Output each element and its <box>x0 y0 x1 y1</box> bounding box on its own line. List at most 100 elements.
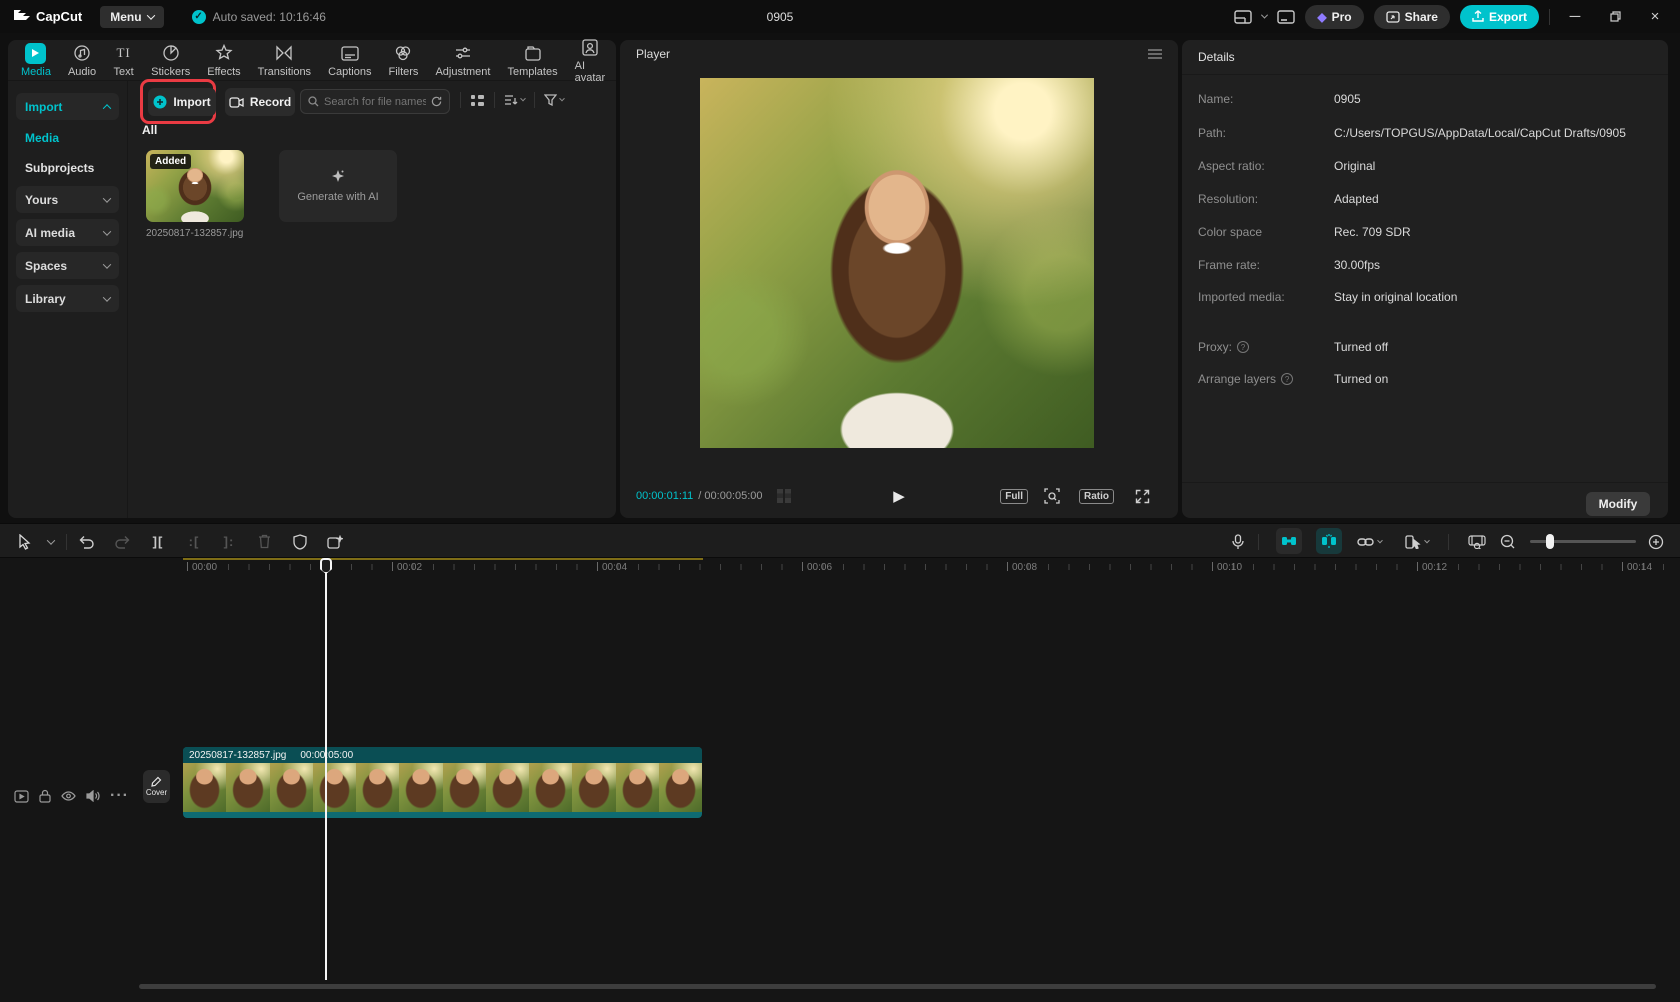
mask-icon[interactable] <box>288 524 312 559</box>
playhead[interactable] <box>320 558 332 980</box>
cover-button[interactable]: Cover <box>143 770 170 803</box>
tab-ai-avatar[interactable]: AI avatar <box>575 37 605 84</box>
ruler-tick: 00:04 <box>597 562 627 576</box>
ratio-button[interactable]: Ratio <box>1079 488 1114 504</box>
cursor-chevron-icon[interactable] <box>44 524 58 559</box>
timeline-area[interactable]: 00:00 00:02 00:04 00:06 00:08 00:10 00:1… <box>0 558 1680 1002</box>
import-button[interactable]: Import <box>148 88 216 116</box>
minimize-button[interactable]: ─ <box>1560 5 1590 29</box>
sidebar-item-import[interactable]: Import <box>16 93 119 120</box>
redo-icon[interactable] <box>111 524 135 559</box>
sidebar-item-yours[interactable]: Yours <box>16 186 119 213</box>
timeline-clip[interactable]: 20250817-132857.jpg 00:00:05:00 <box>183 747 702 818</box>
record-camera-icon <box>229 96 244 108</box>
select-mode-icon[interactable] <box>1398 524 1436 559</box>
full-button[interactable]: Full <box>1000 488 1028 504</box>
track-more-icon[interactable]: ··· <box>110 787 129 805</box>
horizontal-scrollbar[interactable] <box>139 984 1656 989</box>
layout-chevron-icon[interactable] <box>1261 11 1269 19</box>
ruler-tick: 00:14 <box>1622 562 1652 576</box>
link-clips-icon[interactable] <box>1352 524 1386 559</box>
toggle-visibility-icon[interactable] <box>61 791 76 801</box>
help-icon[interactable]: ? <box>1237 341 1250 353</box>
add-clip-icon[interactable] <box>323 524 347 559</box>
details-divider <box>1182 482 1668 483</box>
search-input[interactable] <box>324 95 426 108</box>
media-search-field[interactable] <box>300 89 450 114</box>
stickers-icon <box>160 43 181 64</box>
tab-text[interactable]: TI Text <box>113 43 134 78</box>
playhead-handle[interactable] <box>320 558 332 574</box>
clip-label: 20250817-132857.jpg 00:00:05:00 <box>183 747 702 763</box>
grid-view-icon[interactable] <box>470 93 485 108</box>
tab-effects[interactable]: Effects <box>207 43 241 78</box>
record-voiceover-icon[interactable] <box>1226 524 1250 559</box>
media-sidebar: Import Media Subprojects Yours AI media … <box>8 81 128 518</box>
chevron-down-icon <box>102 226 112 236</box>
pro-button[interactable]: ◆ Pro <box>1305 4 1364 29</box>
bottom-panel-icon[interactable] <box>1277 9 1296 24</box>
share-icon <box>1385 10 1400 23</box>
generate-with-ai-card[interactable]: Generate with AI <box>279 150 397 222</box>
adjustment-icon <box>452 43 473 64</box>
sidebar-item-subprojects[interactable]: Subprojects <box>16 156 119 180</box>
help-icon[interactable]: ? <box>1281 373 1294 385</box>
transitions-icon <box>274 43 295 64</box>
split-icon[interactable]: ][ <box>146 524 170 559</box>
proxy-label: Proxy: <box>1198 340 1233 354</box>
clip-filename: 20250817-132857.jpg <box>189 749 287 761</box>
tab-filters[interactable]: Filters <box>388 43 418 78</box>
chevron-down-icon <box>102 193 112 203</box>
media-range-bar <box>183 558 703 560</box>
share-button[interactable]: Share <box>1373 4 1450 29</box>
tab-transitions[interactable]: Transitions <box>258 43 311 78</box>
arrange-layers-value: Turned on <box>1334 372 1389 386</box>
sort-icon[interactable] <box>504 94 526 106</box>
frame-view-icon[interactable] <box>776 489 791 503</box>
lock-icon[interactable] <box>39 789 51 803</box>
select-cursor-icon[interactable] <box>14 524 36 559</box>
chevron-down-icon <box>102 259 112 269</box>
close-button[interactable]: × <box>1640 5 1670 29</box>
templates-icon <box>522 43 543 64</box>
export-button[interactable]: Export <box>1459 4 1539 29</box>
tab-stickers[interactable]: Stickers <box>151 43 190 78</box>
layout-panels-icon[interactable] <box>1234 9 1253 24</box>
sidebar-item-media[interactable]: Media <box>16 126 119 150</box>
delete-right-icon[interactable]: ]: <box>217 524 241 559</box>
filter-all-label[interactable]: All <box>142 123 157 137</box>
focus-zoom-icon[interactable] <box>1044 488 1060 504</box>
play-button[interactable]: ▶ <box>893 487 905 505</box>
filter-icon[interactable] <box>544 94 565 106</box>
sidebar-item-spaces[interactable]: Spaces <box>16 252 119 279</box>
auto-cut-button[interactable] <box>1316 528 1342 554</box>
tab-audio[interactable]: Audio <box>68 43 96 78</box>
tab-media[interactable]: Media <box>21 42 51 78</box>
tab-adjustment[interactable]: Adjustment <box>435 43 490 78</box>
added-badge: Added <box>150 154 192 169</box>
delete-icon[interactable] <box>252 524 276 559</box>
sparkle-icon <box>330 169 346 185</box>
timeline-preview-icon[interactable] <box>1464 524 1490 559</box>
zoom-in-icon[interactable] <box>1644 524 1668 559</box>
mute-track-icon[interactable] <box>86 790 100 802</box>
restore-button[interactable] <box>1600 5 1630 29</box>
magnet-snap-button[interactable] <box>1276 528 1302 554</box>
timeline-zoom-handle[interactable] <box>1546 534 1554 549</box>
ribbon-tabs: Media Audio TI Text Stickers Effects Tra… <box>8 37 616 84</box>
record-button[interactable]: Record <box>225 88 295 116</box>
tab-templates[interactable]: Templates <box>507 43 558 78</box>
text-icon: TI <box>116 45 131 60</box>
media-thumbnail[interactable]: Added <box>146 150 244 222</box>
sidebar-item-ai-media[interactable]: AI media <box>16 219 119 246</box>
sidebar-item-library[interactable]: Library <box>16 285 119 312</box>
refresh-icon[interactable] <box>431 96 442 107</box>
delete-left-icon[interactable]: :[ <box>182 524 206 559</box>
player-menu-icon[interactable] <box>1148 48 1162 59</box>
fullscreen-icon[interactable] <box>1135 489 1150 504</box>
details-panel: Details Name: 0905 Path: C:/Users/TOPGUS/A… <box>1182 40 1668 518</box>
zoom-out-icon[interactable] <box>1496 524 1520 559</box>
tab-captions[interactable]: Captions <box>328 43 371 78</box>
modify-button[interactable]: Modify <box>1586 492 1650 516</box>
undo-icon[interactable] <box>74 524 98 559</box>
